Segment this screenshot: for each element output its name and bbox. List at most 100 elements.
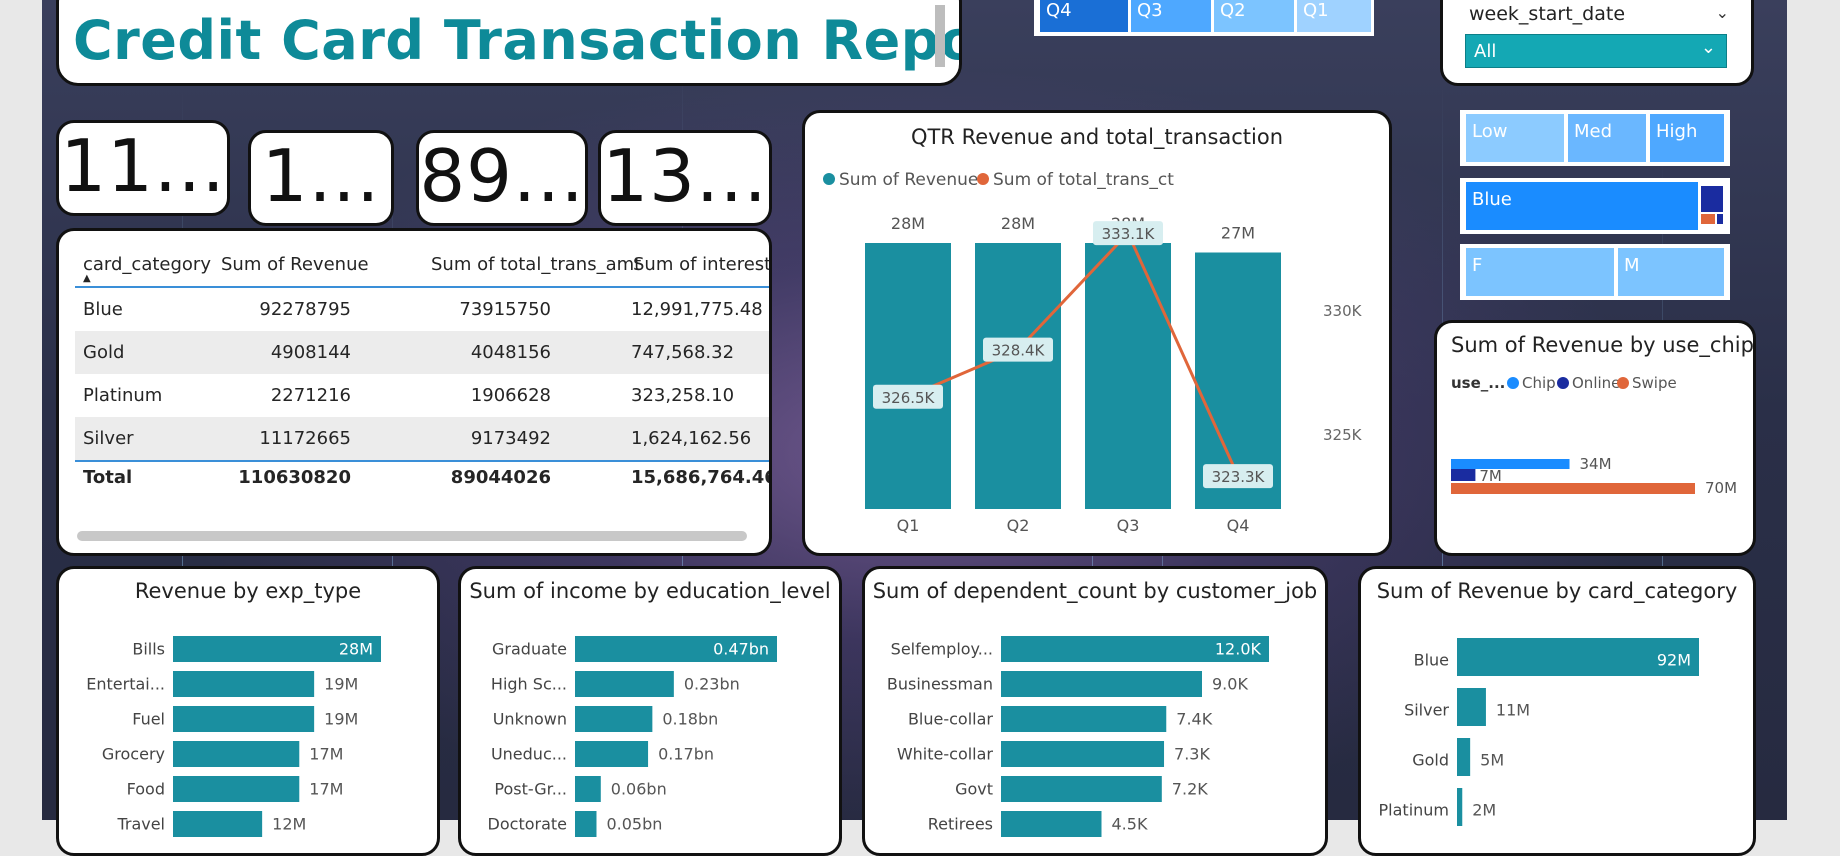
table-total-row: Total 110630820 89044026 15,686,764.46 bbox=[75, 460, 769, 505]
level-tile[interactable]: Low bbox=[1466, 114, 1564, 162]
use-chip-bar bbox=[1451, 459, 1570, 469]
table-header[interactable]: card_category bbox=[83, 254, 211, 275]
revenue-bar bbox=[1085, 243, 1171, 509]
bar-data-label: 28M bbox=[891, 214, 925, 233]
bar-data-label: 19M bbox=[324, 710, 358, 729]
kpi-card: 11... bbox=[56, 120, 230, 216]
category-label: Uneduc... bbox=[491, 745, 567, 764]
legend-label: Chip bbox=[1522, 374, 1556, 392]
report-title: Credit Card Transaction Report bbox=[73, 9, 962, 72]
y2-tick-label: 325K bbox=[1323, 426, 1363, 444]
chevron-down-icon: ⌄ bbox=[1700, 37, 1716, 58]
quarter-tile[interactable]: Q4 bbox=[1040, 0, 1128, 32]
table-header[interactable]: Sum of Revenue bbox=[221, 254, 369, 275]
bar bbox=[1001, 706, 1167, 732]
category-label: Blue bbox=[1414, 650, 1449, 669]
use-chip-chart: use_... Chip Online Swipe 34M 7M 70M bbox=[1451, 374, 1737, 497]
bar-data-label: 19M bbox=[324, 675, 358, 694]
table-row[interactable]: Platinum 2271216 1906628 323,258.10 bbox=[75, 374, 769, 417]
bar bbox=[575, 741, 649, 767]
chevron-down-icon[interactable]: ⌄ bbox=[1716, 3, 1729, 22]
card-tile-mini[interactable] bbox=[1701, 186, 1723, 212]
total-value: 89044026 bbox=[450, 467, 551, 488]
qtr-chart: Sum of Revenue Sum of total_trans_ct 28M Q1… bbox=[823, 170, 1363, 535]
category-label: Retirees bbox=[928, 815, 993, 834]
level-tile-label: Med bbox=[1574, 121, 1613, 142]
kpi-value: 11... bbox=[60, 124, 226, 208]
bar-data-label: 0.47bn bbox=[713, 640, 769, 659]
category-label: Govt bbox=[955, 780, 993, 799]
card-slicer: Blue bbox=[1460, 178, 1730, 234]
week-dropdown[interactable]: All ⌄ bbox=[1465, 34, 1727, 68]
bar bbox=[1001, 776, 1162, 802]
bar-data-label: 28M bbox=[339, 640, 373, 659]
category-label: Blue-collar bbox=[908, 710, 993, 729]
bar-data-label: 12.0K bbox=[1215, 640, 1262, 659]
table-header[interactable]: Sum of total_trans_amt bbox=[431, 254, 641, 275]
card-category-chart: Blue 92M Silver 11M Gold 5M Platinum 2M bbox=[1379, 638, 1699, 826]
category-label: Silver bbox=[1404, 700, 1449, 719]
use-chip-bar bbox=[1451, 469, 1476, 481]
table-cell: Platinum bbox=[83, 385, 163, 406]
category-label: Fuel bbox=[132, 710, 165, 729]
bar-data-label: 34M bbox=[1580, 455, 1612, 473]
bar bbox=[173, 671, 315, 697]
table-row[interactable]: Gold 4908144 4048156 747,568.32 bbox=[75, 331, 769, 374]
quarter-tile-label: Q4 bbox=[1046, 0, 1072, 21]
level-tile[interactable]: Med bbox=[1568, 114, 1646, 162]
education-chart-card: Sum of income by education_level Graduat… bbox=[458, 566, 842, 856]
bar-data-label: 0.06bn bbox=[611, 780, 667, 799]
gender-tile[interactable]: F bbox=[1466, 248, 1614, 296]
x-tick-label: Q1 bbox=[897, 516, 920, 535]
legend-marker bbox=[1557, 377, 1569, 389]
table-row[interactable]: Blue 92278795 73915750 12,991,775.48 bbox=[75, 288, 769, 331]
table-cell: 11172665 bbox=[259, 428, 351, 449]
bar-data-label: 0.17bn bbox=[658, 745, 714, 764]
category-label: Selfemploy... bbox=[891, 640, 993, 659]
legend-title: use_... bbox=[1451, 374, 1505, 392]
bar-data-label: 0.18bn bbox=[662, 710, 718, 729]
legend-marker bbox=[977, 173, 989, 185]
use-chip-chart-card: Sum of Revenue by use_chip use_... Chip On… bbox=[1434, 320, 1756, 556]
x-tick-label: Q3 bbox=[1117, 516, 1140, 535]
bar-data-label: 7M bbox=[1479, 467, 1502, 485]
table-row[interactable]: Silver 11172665 9173492 1,624,162.56 bbox=[75, 417, 769, 460]
table-cell: 92278795 bbox=[259, 299, 351, 320]
card-tile-label: Blue bbox=[1472, 189, 1512, 210]
category-label: Businessman bbox=[887, 675, 993, 694]
quarter-tile[interactable]: Q1 bbox=[1297, 0, 1371, 32]
table-scrollbar[interactable] bbox=[77, 531, 747, 541]
quarter-tile-label: Q2 bbox=[1220, 0, 1246, 21]
level-tile-label: High bbox=[1656, 121, 1698, 142]
education-chart: Graduate 0.47bn High Sc... 0.23bn Unknown 0.1… bbox=[488, 636, 777, 837]
quarter-tile[interactable]: Q3 bbox=[1131, 0, 1211, 32]
table-cell: 1,624,162.56 bbox=[631, 428, 752, 449]
legend-marker bbox=[1617, 377, 1629, 389]
bar-data-label: 28M bbox=[1001, 214, 1035, 233]
table-header[interactable]: Sum of interest_earned bbox=[633, 254, 769, 275]
kpi-value: 1... bbox=[261, 134, 381, 218]
kpi-card: 13... bbox=[598, 130, 772, 226]
bar-data-label: 5M bbox=[1480, 750, 1504, 769]
card-tile-mini[interactable] bbox=[1717, 214, 1723, 224]
card-tile-selected[interactable]: Blue bbox=[1466, 182, 1698, 230]
table-cell: Silver bbox=[83, 428, 134, 449]
bar-data-label: 92M bbox=[1657, 650, 1691, 669]
title-scrollbar[interactable] bbox=[935, 5, 945, 67]
category-label: Food bbox=[127, 780, 165, 799]
week-slicer-label: week_start_date bbox=[1469, 3, 1626, 25]
category-label: Gold bbox=[1412, 750, 1449, 769]
bar-data-label: 4.5K bbox=[1112, 815, 1148, 834]
category-label: Graduate bbox=[492, 640, 567, 659]
card-tile-mini[interactable] bbox=[1701, 214, 1715, 224]
quarter-tile[interactable]: Q2 bbox=[1214, 0, 1294, 32]
gender-tile[interactable]: M bbox=[1618, 248, 1724, 296]
revenue-bar bbox=[975, 243, 1061, 509]
level-tile[interactable]: High bbox=[1650, 114, 1724, 162]
bar bbox=[1457, 688, 1486, 726]
sort-ascending-icon[interactable]: ▲ bbox=[83, 273, 91, 284]
week-dropdown-value: All bbox=[1474, 41, 1497, 62]
legend-label: Sum of Revenue bbox=[839, 170, 978, 190]
table-cell: 747,568.32 bbox=[631, 342, 735, 363]
category-label: Doctorate bbox=[488, 815, 567, 834]
